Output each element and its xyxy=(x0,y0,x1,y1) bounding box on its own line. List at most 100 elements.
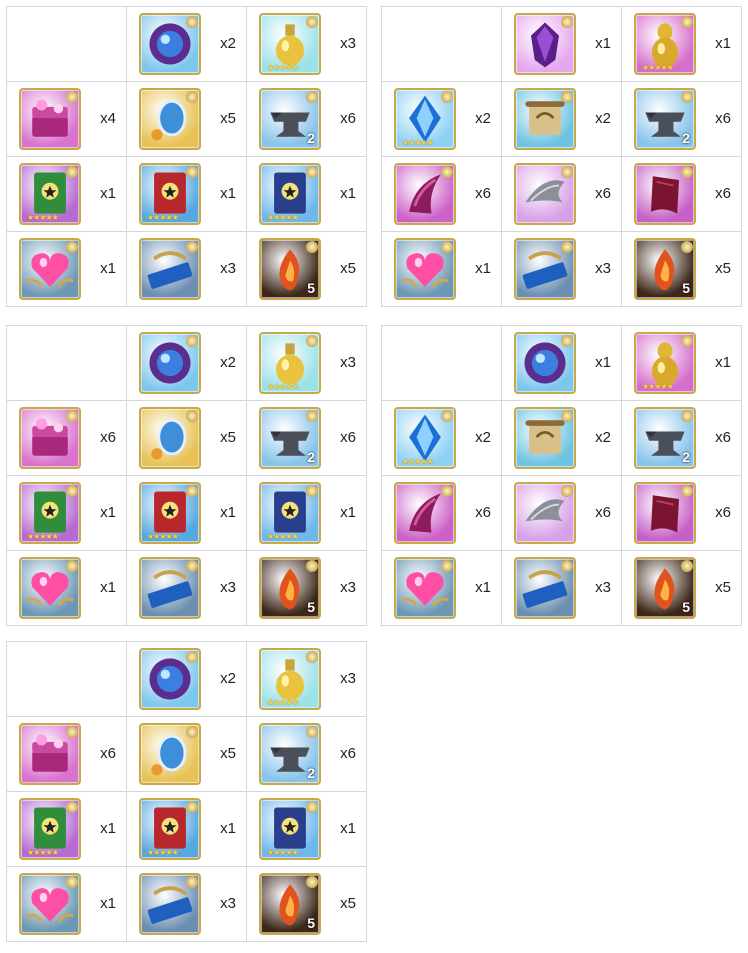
star-rating-icon: ★★★★★ xyxy=(147,848,179,857)
anvil-icon: 2 xyxy=(259,723,321,785)
rarity-badge-icon xyxy=(66,726,78,738)
item-level-number: 5 xyxy=(682,280,690,296)
reward-item-cell: x1 xyxy=(6,550,127,626)
item-level-number: 5 xyxy=(682,599,690,615)
reward-item-cell: x1 xyxy=(501,325,622,401)
reward-item-cell: x3 xyxy=(126,231,247,307)
rarity-badge-icon xyxy=(441,91,453,103)
reward-item-cell: x5 xyxy=(126,400,247,476)
reward-item-cell: x1 xyxy=(6,231,127,307)
item-quantity: x6 xyxy=(715,429,731,446)
reward-item-cell: x6 xyxy=(621,475,742,551)
reward-label: 獎勵 xyxy=(52,45,81,61)
reward-item-cell: ★★★★★ x1 xyxy=(6,475,127,551)
rarity-badge-icon xyxy=(66,560,78,572)
reward-item-cell: x3 xyxy=(501,231,622,307)
rarity-badge-icon xyxy=(306,91,318,103)
reward-item-cell: ★★★★★ x1 xyxy=(126,156,247,232)
star-rating-icon: ★★★★★ xyxy=(267,382,299,391)
rarity-badge-icon xyxy=(561,166,573,178)
star-rating-icon: ★★★★★ xyxy=(267,532,299,541)
reward-item-cell: ★★★★★ x2 xyxy=(381,400,502,476)
reward-item-cell: ★★★★★ x1 xyxy=(246,791,367,867)
round-label: 第1回 xyxy=(48,27,85,43)
rarity-badge-icon xyxy=(186,241,198,253)
table-row: x6 x6 x6 xyxy=(381,156,742,232)
reward-item-cell: x1 xyxy=(381,231,502,307)
rarity-badge-icon xyxy=(561,560,573,572)
reward-item-cell: 2 x6 xyxy=(621,400,742,476)
grey-wing-icon xyxy=(514,482,576,544)
item-quantity: x1 xyxy=(100,820,116,837)
ancient-scroll-icon xyxy=(514,407,576,469)
gold-potion-icon: ★★★★★ xyxy=(259,332,321,394)
reward-label: 獎勵 xyxy=(427,364,456,380)
reward-item-cell: 5 x5 xyxy=(246,231,367,307)
reward-item-cell: x6 xyxy=(621,156,742,232)
reward-item-cell: 2 x6 xyxy=(246,716,367,792)
table-row: 第5, 7回 獎勵 x2 ★★★★★ x3 xyxy=(6,641,367,717)
table-row: x6 x6 x6 xyxy=(381,475,742,551)
table-row: x6 x5 2 x6 xyxy=(6,716,367,792)
item-quantity: x5 xyxy=(220,110,236,127)
reward-item-cell: x3 xyxy=(126,866,247,942)
rarity-badge-icon xyxy=(681,485,693,497)
rarity-badge-icon xyxy=(66,876,78,888)
round-header: 第2, 6回 獎勵 xyxy=(381,6,502,82)
blue-amulet-icon xyxy=(139,723,201,785)
treasure-chest-icon xyxy=(19,723,81,785)
item-quantity: x1 xyxy=(340,504,356,521)
reward-table: 第2, 6回 獎勵 x1 ★★★★★ x1 ★★★★★ x2 x2 2 x6 x6 x6 x6 x1 x3 5… xyxy=(381,6,742,307)
rarity-badge-icon xyxy=(186,651,198,663)
table-row: ★★★★★ x1 ★★★★★ x1 ★★★★★ x1 xyxy=(6,791,367,867)
item-quantity: x1 xyxy=(220,185,236,202)
rarity-badge-icon xyxy=(186,560,198,572)
item-quantity: x1 xyxy=(475,260,491,277)
table-row: ★★★★★ x2 x2 2 x6 xyxy=(381,81,742,157)
rarity-badge-icon xyxy=(306,16,318,28)
rarity-badge-icon xyxy=(681,410,693,422)
star-rating-icon: ★★★★★ xyxy=(147,213,179,222)
rarity-badge-icon xyxy=(441,485,453,497)
gold-potion-icon: ★★★★★ xyxy=(259,13,321,75)
table-row: ★★★★★ x2 x2 2 x6 xyxy=(381,400,742,476)
rarity-badge-icon xyxy=(186,801,198,813)
item-quantity: x6 xyxy=(595,504,611,521)
treasure-chest-icon xyxy=(19,88,81,150)
rarity-badge-icon xyxy=(186,91,198,103)
rarity-badge-icon xyxy=(561,410,573,422)
rarity-badge-icon xyxy=(441,241,453,253)
star-rating-icon: ★★★★★ xyxy=(642,63,674,72)
reward-label: 獎勵 xyxy=(52,680,81,696)
ancient-scroll-icon xyxy=(514,88,576,150)
item-quantity: x1 xyxy=(100,504,116,521)
item-quantity: x3 xyxy=(595,260,611,277)
green-star-book-icon: ★★★★★ xyxy=(19,482,81,544)
item-quantity: x3 xyxy=(340,670,356,687)
reward-item-cell: ★★★★★ x1 xyxy=(6,791,127,867)
item-level-number: 2 xyxy=(682,130,690,146)
reward-table: 第1回 獎勵 x2 ★★★★★ x3 x4 x5 2 x6 ★★★★★ x1 ★★★★★ x1 ★★★★★… xyxy=(6,6,367,307)
star-rating-icon: ★★★★★ xyxy=(402,138,434,147)
ticket-icon xyxy=(139,238,201,300)
anvil-icon: 2 xyxy=(634,88,696,150)
reward-item-cell: x6 xyxy=(501,156,622,232)
purple-gem-icon xyxy=(514,13,576,75)
fire-stone-icon: 5 xyxy=(259,557,321,619)
reward-item-cell: x6 xyxy=(6,400,127,476)
item-quantity: x3 xyxy=(220,895,236,912)
reward-table: 第5, 7回 獎勵 x2 ★★★★★ x3 x6 x5 2 x6 ★★★★★ x1 ★★★★★ x1 ★★… xyxy=(6,641,367,942)
reward-label: 獎勵 xyxy=(427,45,456,61)
table-row: x1 x3 5 x5 xyxy=(381,550,742,626)
reward-item-cell: 5 x5 xyxy=(621,550,742,626)
crimson-cloth-icon xyxy=(634,163,696,225)
item-quantity: x6 xyxy=(595,185,611,202)
reward-item-cell: ★★★★★ x3 xyxy=(246,641,367,717)
table-row: 第3回 獎勵 x2 ★★★★★ x3 xyxy=(6,325,367,401)
green-star-book-icon: ★★★★★ xyxy=(19,798,81,860)
reward-item-cell: 2 x6 xyxy=(621,81,742,157)
blue-crystal-icon: ★★★★★ xyxy=(394,88,456,150)
green-star-book-icon: ★★★★★ xyxy=(19,163,81,225)
purple-blue-orb-icon xyxy=(139,648,201,710)
round-header: 第4, 8回 獎勵 xyxy=(381,325,502,401)
